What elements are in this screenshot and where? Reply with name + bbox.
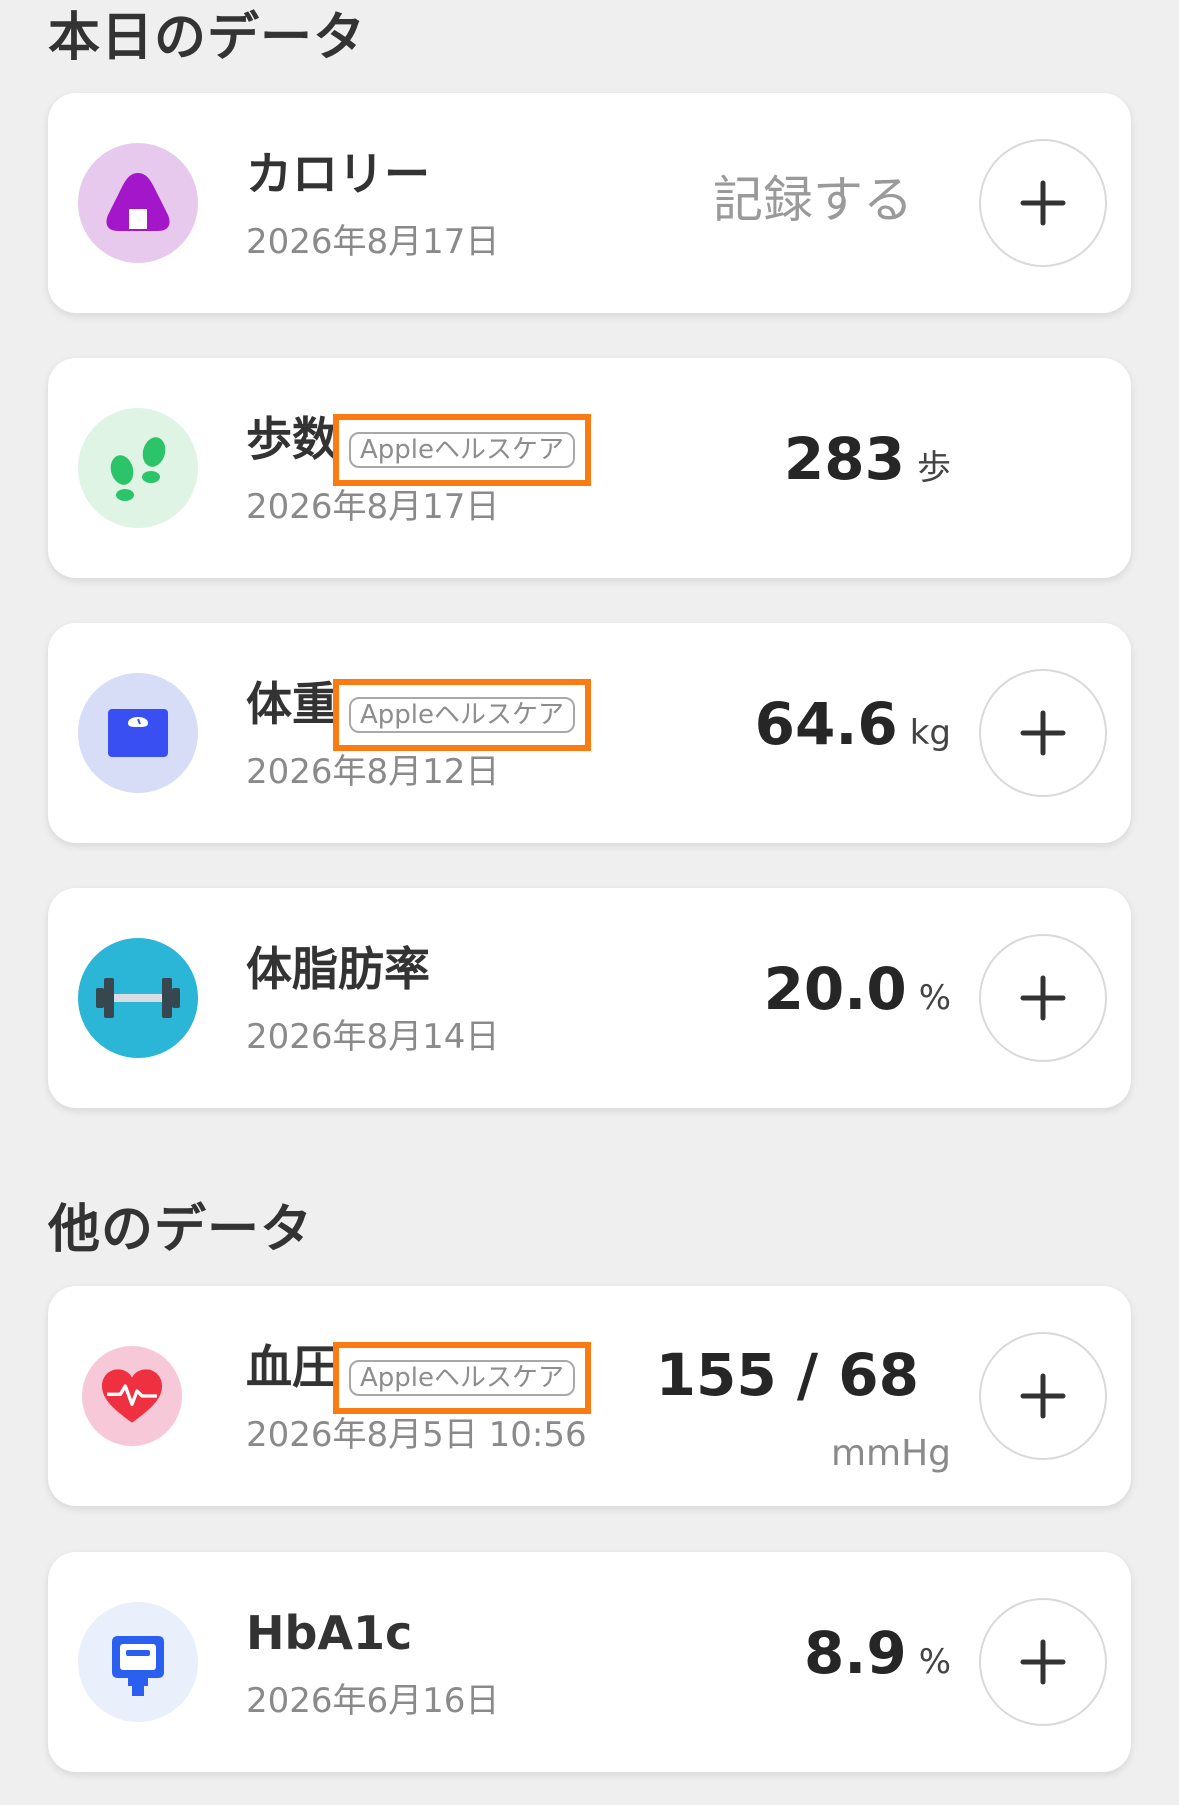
card-date: 2026年8月5日 10:56 [246, 1415, 587, 1455]
value-number: 8.9 [803, 1619, 907, 1687]
value-number: 155 / 68 [655, 1341, 919, 1409]
plus-icon [1020, 180, 1066, 226]
glucose-meter-icon [78, 1602, 198, 1722]
value-number: 283 [783, 425, 905, 493]
calorie-card[interactable]: カロリー 2026年8月17日 記録する [48, 93, 1131, 313]
blood-pressure-card[interactable]: 血圧 2026年8月5日 10:56 Appleヘルスケア 155 / 68 m… [48, 1286, 1131, 1506]
steps-card[interactable]: 歩数 2026年8月17日 Appleヘルスケア 283 歩 [48, 358, 1131, 578]
value-unit: kg [909, 713, 951, 753]
card-title: 血圧 [246, 1340, 338, 1394]
highlight-box: Appleヘルスケア [333, 679, 591, 751]
value-number: 64.6 [754, 690, 898, 758]
onigiri-icon [78, 143, 198, 263]
highlight-box: Appleヘルスケア [333, 1342, 591, 1414]
section-title-other: 他のデータ [48, 1200, 314, 1260]
add-weight-button[interactable] [979, 669, 1107, 797]
plus-icon [1020, 975, 1066, 1021]
value-unit: % [918, 1642, 951, 1682]
plus-icon [1020, 1373, 1066, 1419]
value-unit: % [918, 978, 951, 1018]
bodyfat-card[interactable]: 体脂肪率 2026年8月14日 20.0% [48, 888, 1131, 1108]
apple-health-badge: Appleヘルスケア [349, 697, 575, 733]
card-date: 2026年8月17日 [246, 222, 500, 262]
heart-pulse-icon [82, 1346, 182, 1446]
card-title: 歩数 [246, 412, 338, 466]
card-date: 2026年6月16日 [246, 1681, 500, 1721]
dumbbell-icon [78, 938, 198, 1058]
section-title-today: 本日のデータ [48, 8, 367, 68]
apple-health-badge: Appleヘルスケア [349, 1360, 575, 1396]
value-unit: 歩 [917, 448, 951, 488]
apple-health-badge: Appleヘルスケア [349, 432, 575, 468]
add-bodyfat-button[interactable] [979, 934, 1107, 1062]
value-display: 64.6 kg [755, 695, 951, 753]
value-number: 20.0 [763, 955, 907, 1023]
highlight-box: Appleヘルスケア [333, 414, 591, 486]
card-title: カロリー [246, 147, 430, 201]
plus-icon [1020, 1639, 1066, 1685]
card-title: 体重 [246, 677, 338, 731]
card-date: 2026年8月14日 [246, 1017, 500, 1057]
card-title: 体脂肪率 [246, 942, 430, 996]
add-calorie-button[interactable] [979, 139, 1107, 267]
hba1c-card[interactable]: HbA1c 2026年6月16日 8.9% [48, 1552, 1131, 1772]
scale-icon [78, 673, 198, 793]
card-date: 2026年8月17日 [246, 487, 500, 527]
record-link[interactable]: 記録する [713, 175, 913, 225]
add-blood-pressure-button[interactable] [979, 1332, 1107, 1460]
value-display: 20.0% [764, 960, 951, 1018]
plus-icon [1020, 710, 1066, 756]
value-display: 8.9% [804, 1624, 951, 1682]
footprints-icon [78, 408, 198, 528]
card-date: 2026年8月12日 [246, 752, 500, 792]
value-display: 283 歩 [784, 430, 951, 488]
add-hba1c-button[interactable] [979, 1598, 1107, 1726]
value-unit: mmHg [830, 1433, 951, 1474]
weight-card[interactable]: 体重 2026年8月12日 Appleヘルスケア 64.6 kg [48, 623, 1131, 843]
card-title: HbA1c [246, 1606, 413, 1660]
